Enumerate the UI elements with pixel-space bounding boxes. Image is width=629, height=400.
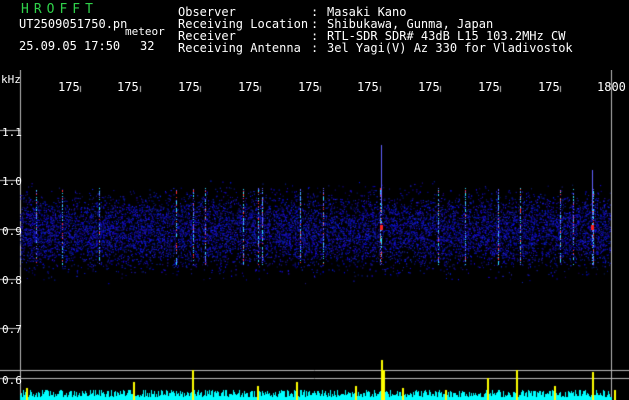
freq-tick: 175 [538,80,560,94]
antenna-value: 3el Yagi(V) Az 330 for Vladivostok [327,41,573,55]
freq-tick: 175 [478,80,500,94]
freq-tick: 175 [238,80,260,94]
freq-tick: 175 [418,80,440,94]
spectrogram-display [0,70,629,400]
freq-tick: 1800 [597,80,626,94]
frame-count: 32 [140,39,155,53]
file-name: UT2509051750.pn [19,17,128,31]
power-tick: 0.6 [2,374,22,387]
power-tick: 0.7 [2,323,22,336]
axis-unit-label: kHz [1,73,21,86]
freq-tick: 175 [58,80,80,94]
app-name: meteor [125,25,165,38]
date-time: 25.09.05 17:50 [19,39,121,53]
power-tick: 0.8 [2,274,22,287]
power-tick: 1.1 [2,126,22,139]
power-tick: 0.9 [2,225,22,238]
freq-tick: 175 [178,80,200,94]
antenna-label: Receiving Antenna [178,41,301,55]
freq-tick: 175 [357,80,379,94]
freq-tick: 175 [117,80,139,94]
freq-tick: 175 [298,80,320,94]
separator: : [311,41,319,55]
hrofft-window: { "header": { "app_title": "HROFFT", "fi… [0,0,629,400]
app-title: HROFFT [21,2,98,17]
power-tick: 1.0 [2,175,22,188]
